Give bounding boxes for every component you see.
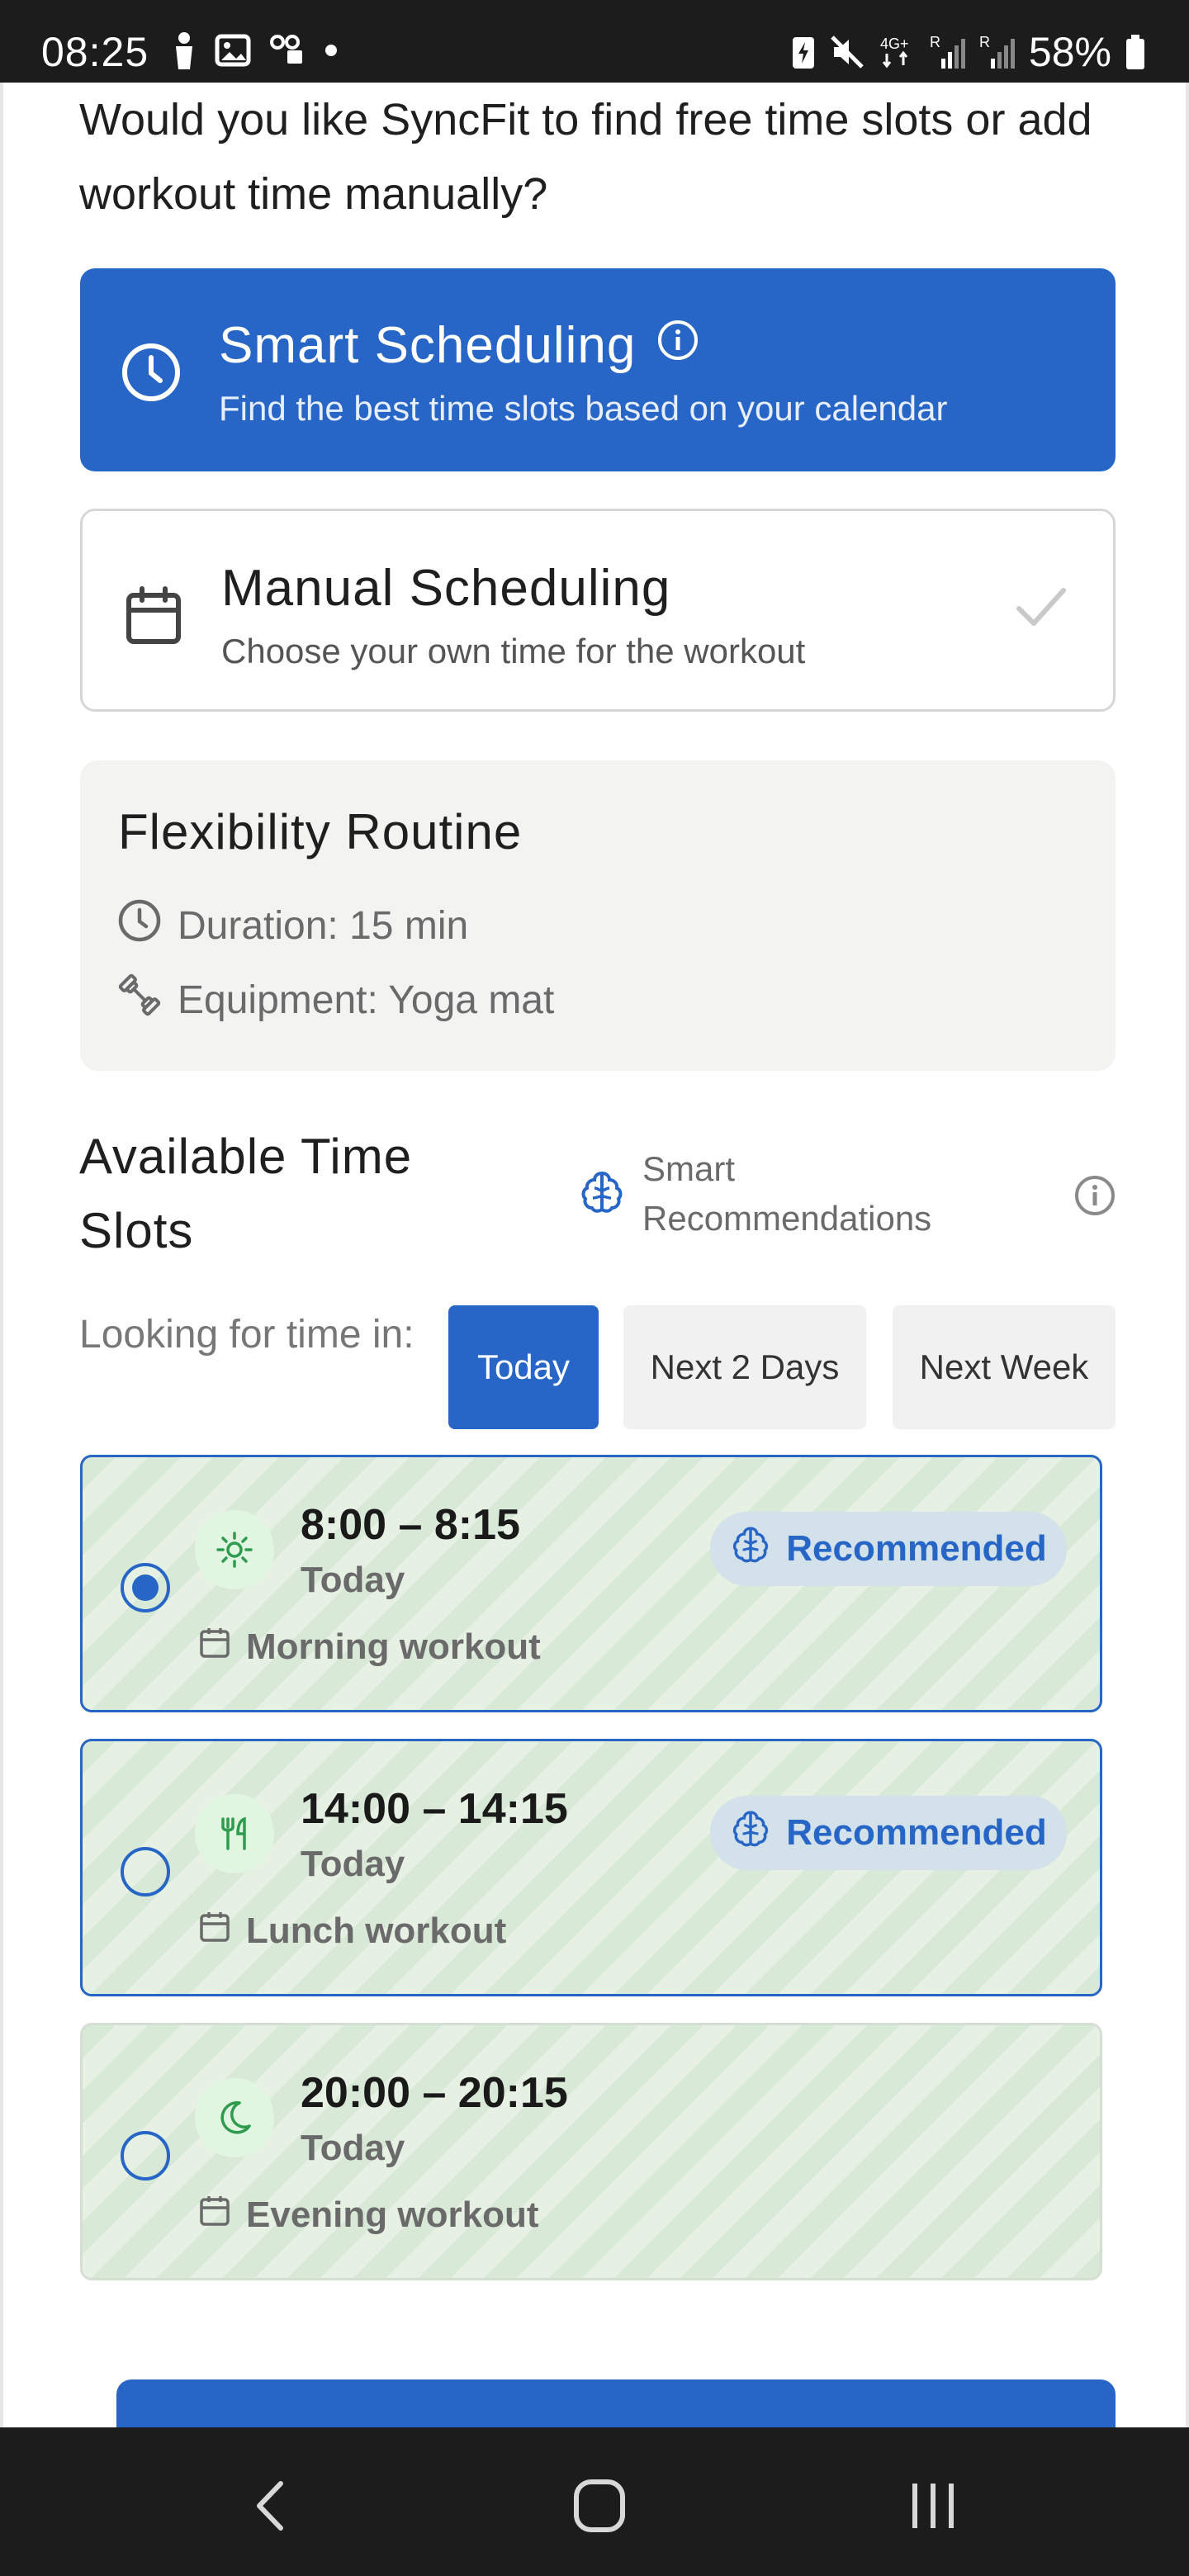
smart-scheduling-title: Smart Scheduling [219,316,700,375]
slot-radio[interactable] [121,1563,170,1612]
calendar-icon [198,1910,231,1952]
person-icon [172,31,197,69]
image-icon [215,34,251,67]
check-icon [1016,587,1067,632]
slot-type-label: Lunch workout [246,1910,507,1951]
moon-icon [195,2078,274,2157]
slot-day: Today [301,1844,405,1884]
routine-equipment: Equipment: Yoga mat [116,972,554,1028]
svg-text:R: R [930,34,940,50]
range-today-button[interactable]: Today [448,1305,599,1429]
navigation-bar [0,2427,1189,2576]
home-icon[interactable] [573,2477,626,2539]
smart-scheduling-description: Find the best time slots based on your c… [219,389,948,428]
battery-percent: 58% [1028,29,1111,75]
sun-icon [195,1510,274,1589]
slot-type: Lunch workout [198,1910,506,1952]
slot-type-label: Evening workout [246,2194,539,2235]
manual-scheduling-description: Choose your own time for the workout [221,632,806,670]
slot-radio[interactable] [121,1847,170,1896]
dot-icon [324,43,339,58]
range-next-week-button[interactable]: Next Week [893,1305,1116,1429]
routine-duration-text: Duration: 15 min [178,903,469,948]
clock-icon [120,341,182,404]
utensils-icon [195,1794,274,1873]
calendar-icon [122,584,185,646]
brain-icon [730,1524,771,1574]
manual-scheduling-title: Manual Scheduling [221,560,671,617]
slot-day: Today [301,2128,405,2168]
voicemail-icon [269,34,306,67]
slot-type-label: Morning workout [246,1626,541,1667]
smart-scheduling-option[interactable]: Smart Scheduling Find the best time slot… [80,268,1116,471]
smart-scheduling-label: Smart Scheduling [219,317,637,374]
calendar-icon [198,2194,231,2236]
battery-icon [1125,34,1146,70]
info-icon[interactable] [1073,1174,1116,1221]
recommended-badge-label: Recommended [786,1812,1047,1853]
recommended-badge-label: Recommended [786,1528,1047,1569]
scheduling-question: Would you like SyncFit to find free time… [79,95,1092,219]
range-next-2-days-button[interactable]: Next 2 Days [623,1305,866,1429]
slot-type: Morning workout [198,1626,541,1668]
scheduling-screen[interactable]: Would you like SyncFit to find free time… [0,83,1189,2427]
svg-text:R: R [979,34,990,50]
routine-title: Flexibility Routine [118,804,523,859]
status-right-icons: 4G+ R R 58% [791,28,1146,76]
status-bar: 08:25 4G+ R R 58% [0,0,1189,83]
recommended-badge: Recommended [710,1796,1067,1870]
brain-icon [578,1168,626,1220]
routine-summary-card: Flexibility Routine Duration: 15 min Equ… [80,760,1116,1071]
network-4g-icon: 4G+ [879,34,917,70]
back-icon[interactable] [248,2477,297,2539]
time-slot-card[interactable]: 20:00 – 20:15 Today Evening workout [80,2023,1102,2280]
network-label: 4G+ [880,36,909,52]
time-slot-card[interactable]: 8:00 – 8:15 Today Morning workout Recomm… [80,1455,1102,1712]
slot-time: 8:00 – 8:15 [301,1501,520,1549]
status-left-icons [172,31,339,69]
signal-icon: R [930,34,966,70]
status-time: 08:25 [41,29,149,75]
available-slots-title: Available Time Slots [79,1129,413,1258]
looking-for-time-label: Looking for time in: [79,1313,414,1357]
slot-day: Today [301,1560,405,1600]
recent-apps-icon[interactable] [907,2477,959,2539]
manual-scheduling-option[interactable]: Manual Scheduling Choose your own time f… [80,509,1116,712]
slot-time: 14:00 – 14:15 [301,1785,568,1833]
routine-duration: Duration: 15 min [116,897,468,954]
slot-type: Evening workout [198,2194,538,2236]
smart-recommendations-label: Smart Recommendations [578,1144,989,1243]
add-to-schedule-button[interactable] [116,2379,1116,2427]
info-icon[interactable] [656,316,700,375]
routine-equipment-text: Equipment: Yoga mat [178,978,555,1022]
battery-saver-icon [791,34,816,70]
slot-time: 20:00 – 20:15 [301,2069,568,2117]
calendar-icon [198,1626,231,1668]
dumbbell-icon [116,972,163,1028]
time-slot-card[interactable]: 14:00 – 14:15 Today Lunch workout Recomm… [80,1739,1102,1996]
smart-recommendations-text: Smart Recommendations [642,1149,932,1238]
mute-icon [829,34,865,70]
signal-icon: R [979,34,1016,70]
recommended-badge: Recommended [710,1512,1067,1586]
slot-radio[interactable] [121,2131,170,2181]
brain-icon [730,1808,771,1859]
clock-icon [116,897,163,954]
